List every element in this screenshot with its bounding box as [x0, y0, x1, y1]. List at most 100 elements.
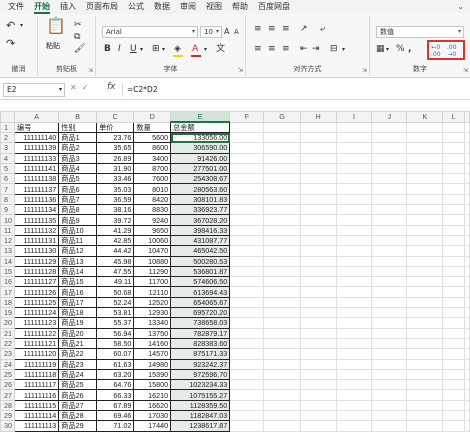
cell[interactable]	[406, 121, 444, 133]
cell[interactable]	[229, 410, 265, 422]
cell[interactable]	[335, 245, 373, 257]
cell[interactable]	[442, 307, 465, 319]
cell[interactable]	[335, 131, 373, 144]
cell[interactable]	[263, 152, 301, 164]
cell[interactable]	[229, 399, 265, 412]
ribbon-collapse-icon[interactable]: ⌄	[457, 2, 464, 11]
cell[interactable]	[335, 255, 373, 267]
cell[interactable]	[371, 420, 408, 432]
confirm-icon[interactable]: ✓	[82, 83, 94, 92]
cell[interactable]	[229, 245, 265, 257]
cell[interactable]	[229, 420, 265, 432]
cell[interactable]	[406, 348, 444, 360]
cell[interactable]	[263, 234, 301, 247]
cell[interactable]	[263, 368, 301, 381]
cell[interactable]	[299, 327, 337, 339]
menu-tab-2[interactable]: 插入	[60, 0, 76, 14]
cell[interactable]: 972596.70	[170, 368, 231, 381]
cell[interactable]	[299, 162, 337, 175]
font-color-dropdown-icon[interactable]: ▾	[204, 44, 207, 55]
menu-tab-9[interactable]: 百度网盘	[258, 0, 290, 14]
cell[interactable]: 14160	[133, 337, 172, 350]
cell[interactable]: 111111137	[13, 183, 60, 195]
row-header[interactable]: 2	[0, 131, 15, 144]
cell[interactable]: 商品17	[58, 296, 98, 309]
cell[interactable]	[406, 162, 444, 175]
cell[interactable]	[335, 420, 373, 432]
cell[interactable]: 1023234.33	[170, 379, 231, 391]
cell[interactable]	[229, 379, 265, 391]
cell[interactable]	[406, 307, 444, 319]
cell[interactable]	[442, 193, 465, 206]
cell[interactable]	[442, 358, 465, 370]
cell[interactable]	[371, 224, 408, 236]
cell[interactable]	[406, 276, 444, 288]
cell[interactable]	[229, 204, 265, 216]
cell[interactable]	[299, 265, 337, 278]
cell[interactable]	[229, 265, 265, 278]
cell[interactable]: 254308.67	[170, 173, 231, 185]
cell[interactable]: 111111136	[13, 193, 60, 206]
cell[interactable]	[406, 327, 444, 339]
cell[interactable]: 商品23	[58, 358, 98, 370]
cell[interactable]	[464, 131, 470, 144]
cell[interactable]: 12930	[133, 307, 172, 319]
cell[interactable]	[299, 368, 337, 381]
cell[interactable]: 总金额	[170, 121, 231, 133]
cell[interactable]: 15800	[133, 379, 172, 391]
cell[interactable]: 商品1	[58, 131, 98, 144]
cell[interactable]	[464, 121, 470, 133]
cell[interactable]: 47.55	[96, 265, 135, 278]
cell[interactable]	[335, 224, 373, 236]
cell[interactable]	[464, 152, 470, 164]
cell[interactable]	[335, 410, 373, 422]
cell[interactable]	[371, 286, 408, 298]
cell[interactable]: 431087.77	[170, 234, 231, 247]
cell[interactable]: 36.59	[96, 193, 135, 206]
cell[interactable]: 111111114	[13, 410, 60, 422]
cell[interactable]	[464, 162, 470, 175]
cell[interactable]	[335, 121, 373, 133]
cell[interactable]	[371, 234, 408, 247]
number-launcher-icon[interactable]: ⇲	[463, 67, 468, 74]
decrease-decimal-icon[interactable]: .00 →0	[447, 44, 457, 58]
cell[interactable]	[464, 204, 470, 216]
cell[interactable]	[442, 152, 465, 164]
cell[interactable]	[299, 410, 337, 422]
font-color-icon[interactable]: A	[192, 44, 198, 55]
cell[interactable]	[371, 317, 408, 329]
cell[interactable]	[406, 399, 444, 412]
row-header[interactable]: 25	[0, 368, 15, 381]
cell[interactable]	[406, 255, 444, 267]
cell[interactable]	[299, 296, 337, 309]
cell[interactable]: 111111124	[13, 307, 60, 319]
cell[interactable]	[442, 368, 465, 381]
row-header[interactable]: 4	[0, 152, 15, 164]
cell[interactable]	[371, 358, 408, 370]
cell[interactable]	[464, 399, 470, 412]
column-header-c[interactable]: C	[96, 111, 135, 123]
cell[interactable]	[406, 173, 444, 185]
cell[interactable]	[442, 317, 465, 329]
cell[interactable]	[229, 121, 265, 133]
cell[interactable]: 111111140	[13, 131, 60, 144]
cell[interactable]: 738658.03	[170, 317, 231, 329]
cell[interactable]: 商品8	[58, 204, 98, 216]
cell[interactable]: 111111130	[13, 245, 60, 257]
menu-tab-1[interactable]: 开始	[34, 0, 50, 14]
cell[interactable]: 111111139	[13, 142, 60, 154]
cell[interactable]	[263, 399, 301, 412]
cell[interactable]: 9650	[133, 224, 172, 236]
cell[interactable]	[464, 183, 470, 195]
cell[interactable]: 13340	[133, 317, 172, 329]
cell[interactable]	[335, 173, 373, 185]
cell[interactable]: 58.50	[96, 337, 135, 350]
cell[interactable]	[299, 224, 337, 236]
cell[interactable]: 111111113	[13, 420, 60, 432]
cell[interactable]	[299, 276, 337, 288]
cell[interactable]: 14570	[133, 348, 172, 360]
row-header[interactable]: 22	[0, 337, 15, 350]
cell[interactable]	[335, 214, 373, 226]
cell[interactable]: 编号	[13, 121, 60, 133]
cell[interactable]	[299, 286, 337, 298]
